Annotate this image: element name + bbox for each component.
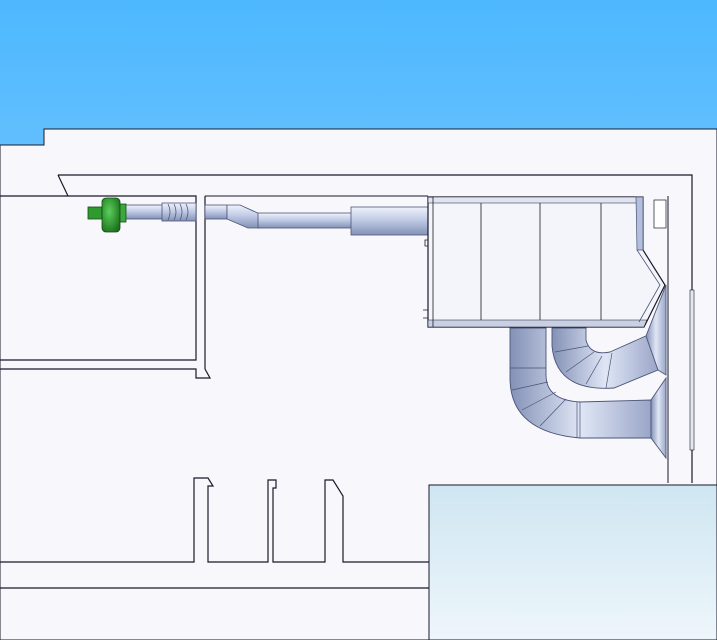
air-handling-unit[interactable]	[423, 196, 667, 328]
wall-sliver	[689, 289, 695, 451]
fan-hub	[87, 206, 103, 220]
duct-reducer	[350, 206, 430, 236]
cad-viewport[interactable]	[0, 0, 717, 640]
scene-svg	[0, 0, 717, 640]
duct-segment-3	[257, 212, 354, 229]
ahu-end-cap	[635, 196, 644, 251]
duct-segment-2	[204, 204, 228, 220]
ahu-body	[427, 196, 666, 328]
floor-block	[428, 484, 717, 640]
fan-flange	[119, 203, 127, 223]
ahu-top-strip	[427, 196, 644, 204]
ahu-bottom-strip	[427, 319, 648, 328]
fan-body	[101, 197, 121, 233]
duct-flex	[161, 202, 197, 222]
ahu-side-box	[653, 199, 667, 229]
